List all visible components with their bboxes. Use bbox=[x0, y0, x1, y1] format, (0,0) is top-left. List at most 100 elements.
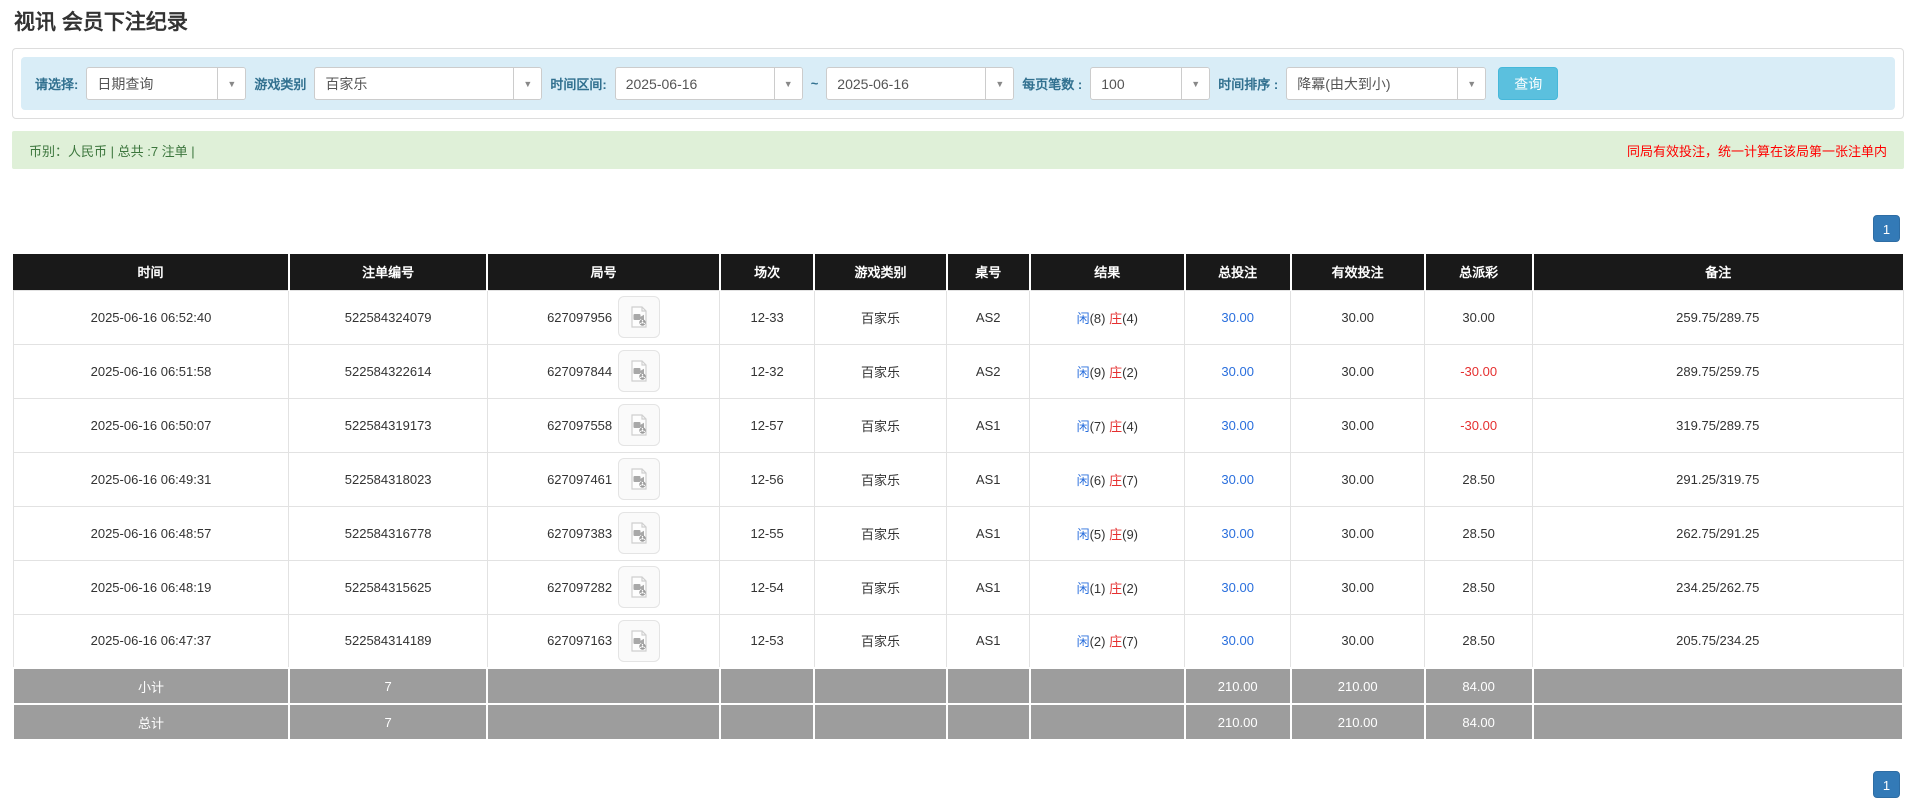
video-replay-button[interactable] bbox=[618, 619, 661, 662]
bet-time-cell: 2025-06-16 06:49:31 bbox=[12, 451, 290, 507]
video-replay-button[interactable] bbox=[618, 512, 661, 554]
chevron-down-icon: ▼ bbox=[513, 68, 542, 99]
session-cell: 12-57 bbox=[719, 397, 815, 453]
game-category-label: 游戏类别 bbox=[254, 77, 307, 92]
total-bet-link[interactable]: 30.00 bbox=[1221, 472, 1254, 487]
payout-cell: -30.00 bbox=[1424, 343, 1533, 399]
page-size-value: 100 bbox=[1101, 75, 1125, 92]
total-valid-bet: 210.00 bbox=[1289, 703, 1426, 741]
total-label: 总计 bbox=[12, 703, 290, 741]
payout-value: -30.00 bbox=[1460, 417, 1498, 433]
header-bet-id: 注单编号 bbox=[287, 254, 488, 290]
payout-value: 30.00 bbox=[1462, 309, 1495, 325]
video-replay-button[interactable] bbox=[618, 296, 661, 338]
table-no-cell: AS1 bbox=[946, 451, 1031, 507]
round-id-cell: 627097844 bbox=[486, 343, 721, 399]
bet-id-cell: 522584319173 bbox=[288, 397, 488, 453]
time-sort-label: 时间排序 : bbox=[1218, 77, 1279, 92]
game-category-cell: 百家乐 bbox=[813, 559, 948, 615]
table-row: 2025-06-16 06:50:07 522584319173 6270975… bbox=[12, 397, 1904, 453]
session-cell: 12-32 bbox=[719, 343, 815, 399]
total-bet-cell: 30.00 bbox=[1184, 613, 1292, 669]
header-valid-bet: 有效投注 bbox=[1289, 254, 1425, 290]
subtotal-row: 小计 7 210.00 210.00 84.00 bbox=[12, 667, 1904, 705]
total-bet-link[interactable]: 30.00 bbox=[1221, 418, 1254, 433]
session-cell: 12-33 bbox=[719, 289, 815, 345]
game-category-cell: 百家乐 bbox=[813, 505, 948, 561]
round-id-cell: 627097163 bbox=[486, 613, 721, 669]
page-size-select[interactable]: 100 ▼ bbox=[1090, 67, 1211, 100]
result-player: 闲 bbox=[1076, 472, 1090, 488]
table-no-cell: AS1 bbox=[946, 613, 1031, 669]
result-banker-count: (4) bbox=[1122, 418, 1138, 434]
result-banker-count: (9) bbox=[1122, 526, 1138, 542]
result-player: 闲 bbox=[1076, 310, 1090, 326]
session-cell: 12-54 bbox=[719, 559, 815, 615]
valid-bet-notice: 同局有效投注，统一计算在该局第一张注单内 bbox=[1626, 143, 1887, 159]
bet-id-cell: 522584315625 bbox=[288, 559, 488, 615]
chevron-down-icon: ▼ bbox=[985, 68, 1014, 99]
subtotal-payout: 84.00 bbox=[1423, 667, 1534, 705]
header-time: 时间 bbox=[13, 254, 289, 290]
result-cell: 闲(5) 庄(9) bbox=[1029, 505, 1186, 561]
video-file-icon bbox=[631, 414, 647, 436]
session-cell: 12-55 bbox=[719, 505, 815, 561]
time-sort-select[interactable]: 降冪(由大到小) ▼ bbox=[1286, 67, 1487, 100]
table-no-cell: AS1 bbox=[946, 559, 1031, 615]
result-banker: 庄 bbox=[1109, 418, 1123, 434]
payout-cell: 28.50 bbox=[1424, 505, 1533, 561]
result-banker-count: (7) bbox=[1122, 472, 1138, 488]
bet-time-cell: 2025-06-16 06:47:37 bbox=[12, 613, 290, 669]
total-bet-link[interactable]: 30.00 bbox=[1221, 580, 1254, 595]
total-count: 7 bbox=[287, 703, 489, 741]
header-total-bet: 总投注 bbox=[1183, 254, 1291, 290]
payout-value: 28.50 bbox=[1462, 633, 1495, 649]
round-id-value: 627097558 bbox=[547, 417, 613, 433]
valid-bet-cell: 30.00 bbox=[1290, 613, 1426, 669]
page-1-button[interactable]: 1 bbox=[1873, 771, 1900, 798]
round-id-value: 627097461 bbox=[547, 471, 613, 487]
chevron-down-icon: ▼ bbox=[1457, 68, 1486, 99]
game-category-cell: 百家乐 bbox=[813, 289, 948, 345]
round-id-value: 627097163 bbox=[547, 633, 613, 649]
result-player-count: (8) bbox=[1089, 310, 1106, 326]
video-replay-button[interactable] bbox=[618, 404, 661, 446]
table-row: 2025-06-16 06:48:57 522584316778 6270973… bbox=[12, 505, 1904, 561]
result-banker: 庄 bbox=[1109, 364, 1123, 380]
total-bet-link[interactable]: 30.00 bbox=[1221, 526, 1254, 541]
total-bet-cell: 30.00 bbox=[1184, 559, 1292, 615]
total-bet-link[interactable]: 30.00 bbox=[1221, 633, 1254, 648]
table-row: 2025-06-16 06:48:19 522584315625 6270972… bbox=[12, 559, 1904, 615]
result-banker: 庄 bbox=[1109, 580, 1123, 596]
remark-cell: 291.25/319.75 bbox=[1532, 451, 1904, 507]
subtotal-valid-bet: 210.00 bbox=[1289, 667, 1426, 705]
date-to-select[interactable]: 2025-06-16 ▼ bbox=[826, 67, 1015, 100]
remark-cell: 289.75/259.75 bbox=[1532, 343, 1904, 399]
chevron-down-icon: ▼ bbox=[217, 68, 246, 99]
video-file-icon bbox=[631, 306, 647, 328]
game-category-cell: 百家乐 bbox=[813, 343, 948, 399]
total-bet-cell: 30.00 bbox=[1184, 343, 1292, 399]
total-bet-link[interactable]: 30.00 bbox=[1221, 364, 1254, 379]
game-category-select[interactable]: 百家乐 ▼ bbox=[314, 67, 543, 100]
result-banker-count: (4) bbox=[1122, 310, 1138, 326]
video-file-icon bbox=[631, 522, 647, 544]
video-replay-button[interactable] bbox=[618, 458, 661, 500]
page-1-button[interactable]: 1 bbox=[1873, 215, 1900, 242]
video-replay-button[interactable] bbox=[618, 566, 661, 608]
video-replay-button[interactable] bbox=[618, 350, 661, 392]
bet-id-cell: 522584314189 bbox=[288, 613, 488, 669]
search-button[interactable]: 查询 bbox=[1498, 67, 1559, 100]
query-type-label: 请选择: bbox=[35, 77, 79, 92]
query-type-select[interactable]: 日期查询 ▼ bbox=[86, 67, 247, 100]
chevron-down-icon: ▼ bbox=[1181, 68, 1210, 99]
game-category-cell: 百家乐 bbox=[813, 397, 948, 453]
query-type-value: 日期查询 bbox=[97, 75, 154, 92]
total-bet-link[interactable]: 30.00 bbox=[1221, 310, 1254, 325]
bet-id-cell: 522584324079 bbox=[288, 289, 488, 345]
date-from-select[interactable]: 2025-06-16 ▼ bbox=[614, 67, 803, 100]
game-category-cell: 百家乐 bbox=[813, 613, 948, 669]
total-bet-cell: 30.00 bbox=[1184, 397, 1292, 453]
result-player-count: (6) bbox=[1089, 472, 1106, 488]
round-id-value: 627097282 bbox=[547, 579, 613, 595]
